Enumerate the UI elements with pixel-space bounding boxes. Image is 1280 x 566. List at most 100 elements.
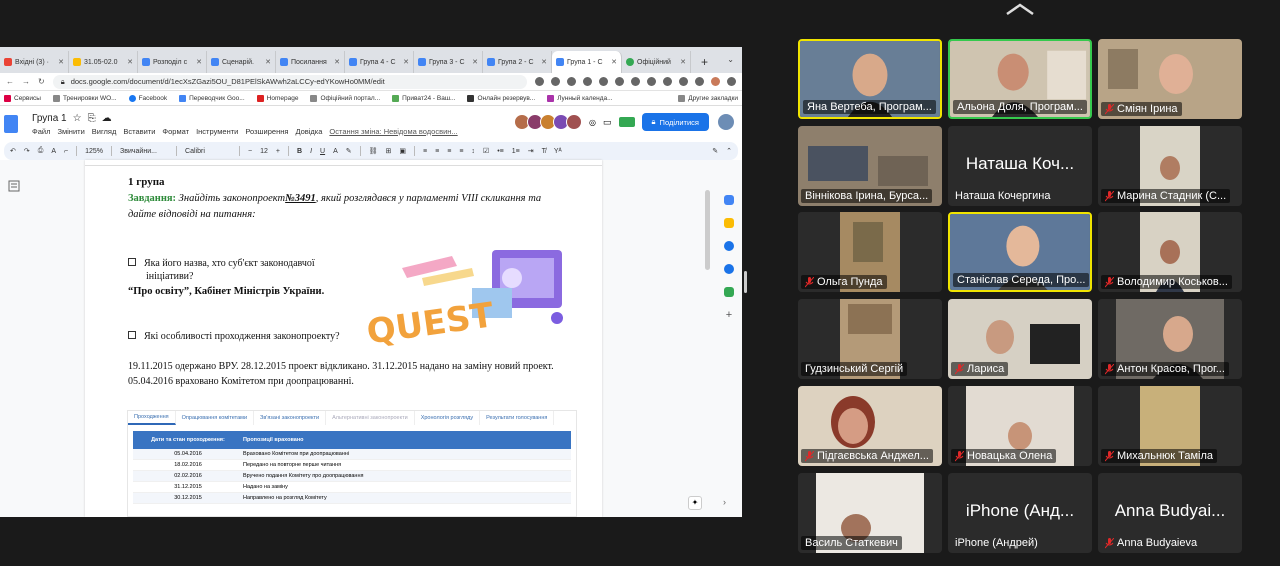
split-view-handle[interactable] [744,271,747,293]
indent-icon[interactable]: ⇥ [528,147,534,155]
browser-tab[interactable]: Група 3 - С ✕ [414,51,483,73]
ruler[interactable] [85,160,602,166]
participant-tile[interactable]: iPhone (Анд... iPhone (Андрей) [948,473,1092,553]
menu-insert[interactable]: Вставити [123,127,155,136]
undo-icon[interactable]: ↶ [10,147,16,155]
browser-tab[interactable]: Група 2 - С ✕ [483,51,552,73]
hide-menus-icon[interactable]: ⌃ [726,147,732,155]
extension-icon[interactable] [631,77,640,86]
menu-file[interactable]: Файл [32,127,50,136]
close-icon[interactable]: ✕ [334,58,340,66]
extension-icon[interactable] [567,77,576,86]
editing-mode-icon[interactable]: ✎ [712,147,718,155]
participant-tile-active-speaker[interactable]: Альона Доля, Програм... [948,39,1092,119]
contacts-icon[interactable] [724,264,734,274]
browser-tab[interactable]: Розподіл с ✕ [138,51,207,73]
close-icon[interactable]: ✕ [680,58,686,66]
print-icon[interactable]: ⎙ [38,147,44,155]
participant-tile[interactable]: Лариса [948,299,1092,379]
align-center-icon[interactable]: ≡ [435,148,439,155]
extensions-puzzle-icon[interactable] [695,77,704,86]
collapse-chevron-icon[interactable] [1005,2,1035,16]
extension-icon[interactable] [679,77,688,86]
comment-icon[interactable]: ⊞ [386,147,392,155]
participant-tile[interactable]: Новацька Олена [948,386,1092,466]
clear-format-icon[interactable]: T̸ [542,148,546,155]
share-button[interactable]: 🔒︎ Поділитися [641,113,709,131]
new-tab-button[interactable]: + [691,51,718,73]
browser-tab[interactable]: Група 4 - С ✕ [345,51,414,73]
browser-menu-icon[interactable] [727,77,736,86]
bookmark-item[interactable]: Facebook [128,94,167,102]
avatar[interactable] [566,114,583,130]
bookmark-item[interactable]: Сервисы [4,94,41,102]
numbered-list-icon[interactable]: 1≡ [512,148,520,155]
justify-icon[interactable]: ≡ [459,148,463,155]
checklist-icon[interactable]: ☑ [483,147,489,155]
browser-tab[interactable]: Сценарій. ✕ [207,51,276,73]
calendar-icon[interactable] [724,195,734,205]
bookmark-star-icon[interactable] [551,77,560,86]
browser-tab-active[interactable]: Група 1 - С ✕ [552,51,622,73]
explore-icon[interactable]: ✦ [688,496,702,510]
bookmark-item[interactable]: Приват24 - Ваш... [392,94,455,102]
font-select[interactable]: Calibri [185,148,231,155]
browser-tab[interactable]: Вхідні (3) · ✕ [0,51,69,73]
menu-format[interactable]: Формат [162,127,189,136]
input-tools-icon[interactable]: Yᴬ [554,148,562,155]
participant-tile[interactable]: Володимир Коськов... [1098,212,1242,292]
italic-icon[interactable]: I [310,148,312,155]
star-icon[interactable]: ☆ [73,113,82,124]
extension-icon[interactable] [647,77,656,86]
participant-tile[interactable]: Anna Budyai... Anna Budyaieva [1098,473,1242,553]
tab-search-icon[interactable]: ⌄ [727,55,734,64]
add-addon-icon[interactable]: + [724,310,734,321]
font-size-decrease-icon[interactable]: − [248,148,252,155]
account-avatar[interactable] [716,112,736,132]
close-icon[interactable]: ✕ [127,58,133,66]
bold-icon[interactable]: B [297,148,302,155]
bookmark-item[interactable]: Переводчик Goo... [179,94,245,102]
other-bookmarks[interactable]: Другие закладки [678,94,738,102]
redo-icon[interactable]: ↷ [24,147,30,155]
participant-tile[interactable]: Марина Стадник (С... [1098,126,1242,206]
participant-tile[interactable]: Яна Вертеба, Програм... [798,39,942,119]
maps-icon[interactable] [724,287,734,297]
image-icon[interactable]: ▣ [399,147,406,155]
participant-tile[interactable]: Підгаєвська Анджел... [798,386,942,466]
participant-tile[interactable]: Станіслав Середа, Про... [948,212,1092,292]
profile-avatar[interactable] [711,77,720,86]
close-icon[interactable]: ✕ [611,58,617,66]
align-right-icon[interactable]: ≡ [447,148,451,155]
close-icon[interactable]: ✕ [58,58,64,66]
collaborator-avatars[interactable] [514,114,583,130]
docs-logo-icon[interactable] [4,115,18,133]
line-spacing-icon[interactable]: ↕ [471,148,475,155]
share-page-icon[interactable] [535,77,544,86]
checkbox[interactable] [128,331,136,339]
document-title[interactable]: Група 1 [32,113,67,124]
extension-icon[interactable] [615,77,624,86]
show-all-collaborators-icon[interactable]: ◎ [589,118,596,127]
back-icon[interactable]: ← [6,77,14,86]
outline-icon[interactable] [8,180,20,192]
forward-icon[interactable]: → [22,77,30,86]
close-icon[interactable]: ✕ [196,58,202,66]
close-icon[interactable]: ✕ [472,58,478,66]
close-icon[interactable]: ✕ [265,58,271,66]
style-select[interactable]: Звичайни... [120,148,168,155]
bookmark-item[interactable]: Homepage [256,94,298,102]
bookmark-item[interactable]: Офіційний портал... [310,94,380,102]
reload-icon[interactable]: ↻ [38,77,45,86]
menu-tools[interactable]: Інструменти [196,127,238,136]
document-page[interactable]: 1 група Завдання: Знайдіть законопроект№… [85,160,602,517]
browser-tab[interactable]: 31.05-02.0 ✕ [69,51,138,73]
participant-tile[interactable]: Василь Статкевич [798,473,942,553]
extension-icon[interactable] [663,77,672,86]
checkbox[interactable] [128,258,136,266]
participant-tile[interactable]: Ольга Пунда [798,212,942,292]
menu-view[interactable]: Вигляд [92,127,117,136]
expand-panel-icon[interactable]: › [723,497,726,507]
paint-format-icon[interactable]: ⌐ [64,148,68,155]
align-left-icon[interactable]: ≡ [423,148,427,155]
